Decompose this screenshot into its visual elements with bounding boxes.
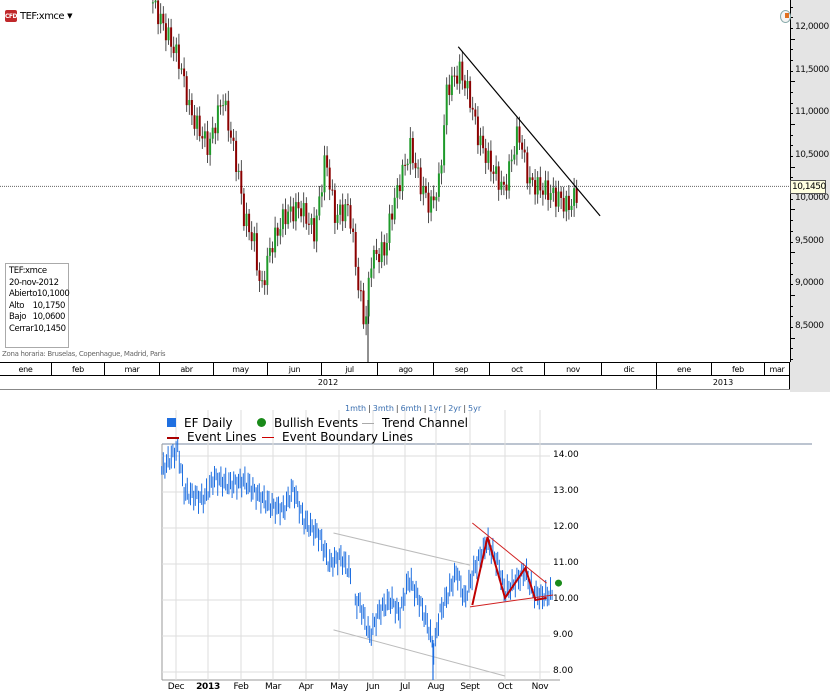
x-tick-label: Oct <box>497 682 513 692</box>
legend-line-icon <box>167 430 179 444</box>
legend-label: Bullish Events <box>274 416 359 430</box>
bullish-event-marker <box>555 579 562 587</box>
legend-item: Bullish Events <box>257 416 358 430</box>
y-tick-label: 11.00 <box>553 558 579 568</box>
trend-channel-line <box>333 629 506 677</box>
x-tick-label: Dec <box>167 682 185 692</box>
legend-item: Event Boundary Lines <box>262 430 413 444</box>
event-boundary-line <box>469 594 554 608</box>
legend-label: EF Daily <box>184 416 233 430</box>
x-tick-label: Jun <box>366 682 380 692</box>
legend-label: Trend Channel <box>382 416 468 430</box>
legend-line-icon <box>262 430 274 444</box>
lower-chart[interactable] <box>0 0 830 696</box>
legend-item: Event Lines <box>167 430 256 444</box>
y-tick-label: 8.00 <box>553 666 574 676</box>
x-tick-label: Sept <box>460 682 480 692</box>
y-tick-label: 10.00 <box>553 594 579 604</box>
x-tick-label: Feb <box>233 682 249 692</box>
x-tick-label: Aug <box>427 682 445 692</box>
x-tick-label: Jul <box>400 682 410 692</box>
legend-square-icon <box>167 416 176 430</box>
x-tick-label: May <box>330 682 348 692</box>
y-tick-label: 13.00 <box>553 486 579 496</box>
y-tick-label: 14.00 <box>553 450 579 460</box>
x-tick-label: Apr <box>298 682 314 692</box>
x-tick-label: 2013 <box>196 682 220 692</box>
legend-line-icon <box>362 416 374 430</box>
y-tick-label: 12.00 <box>553 522 579 532</box>
x-tick-label: Mar <box>264 682 282 692</box>
legend-label: Event Boundary Lines <box>282 430 414 444</box>
x-tick-label: Nov <box>531 682 549 692</box>
last-price-label: 10,1450 <box>790 180 826 194</box>
legend-item: Trend Channel <box>362 416 468 430</box>
legend-dot-icon <box>257 416 266 430</box>
trend-channel-line <box>333 532 471 566</box>
y-tick-label: 9.00 <box>553 630 574 640</box>
legend-item: EF Daily <box>167 416 233 430</box>
legend-label: Event Lines <box>187 430 257 444</box>
